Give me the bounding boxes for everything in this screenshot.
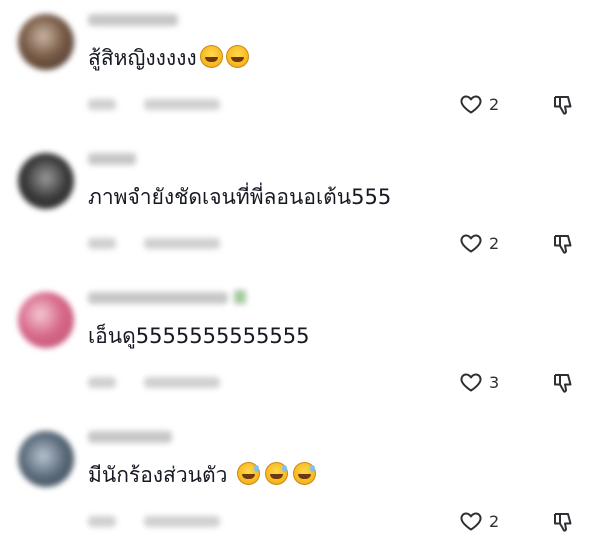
reply-button-blurred[interactable] [144,99,220,110]
like-button[interactable]: 2 [459,231,499,255]
face-with-tears-of-joy-icon [225,45,249,68]
grinning-face-with-sweat-icon [265,462,289,485]
timestamp-blurred [88,238,116,249]
avatar[interactable] [18,292,74,348]
comment-item: สู้สิหญิงงงงง 2 [0,0,600,138]
avatar[interactable] [18,14,74,70]
username-blurred[interactable] [88,153,136,165]
like-count: 2 [489,94,500,114]
heart-outline-icon [460,234,482,253]
comment-text-row: สู้สิหญิงงงงง [88,42,249,75]
thumbs-down-outline-icon[interactable] [551,232,575,256]
comment-text: เอ็นดู5555555555555 [88,324,310,348]
timestamp-blurred [88,99,116,110]
reply-button-blurred[interactable] [144,238,220,249]
username-blurred[interactable] [88,14,178,26]
reply-button-blurred[interactable] [144,516,220,527]
comment-text: สู้สิหญิงงงงง [88,46,197,70]
comment-text: มีนักร้องส่วนตัว [88,463,228,487]
reply-button-blurred[interactable] [144,377,220,388]
like-button[interactable]: 3 [459,370,499,394]
grinning-face-with-sweat-icon [293,462,317,485]
timestamp-blurred [88,516,116,527]
avatar[interactable] [18,153,74,209]
like-count: 3 [489,372,500,392]
comment-item: มีนักร้องส่วนตัว 2 [0,417,600,555]
thumbs-down-outline-icon[interactable] [551,510,575,534]
thumbs-down-outline-icon[interactable] [551,93,575,117]
heart-outline-icon [460,373,482,392]
comment-text-row: เอ็นดู5555555555555 [88,320,309,353]
timestamp-blurred [88,377,116,388]
like-button[interactable]: 2 [459,92,499,116]
grinning-face-with-sweat-icon [237,462,261,485]
heart-outline-icon [460,512,482,531]
thumbs-down-outline-icon[interactable] [551,371,575,395]
comment-text-row: มีนักร้องส่วนตัว [88,459,317,492]
like-count: 2 [489,511,500,531]
comment-text: ภาพจำยังชัดเจนที่พี่ลอนอเต้น555 [88,185,392,209]
username-blurred[interactable] [88,290,246,304]
face-with-tears-of-joy-icon [199,45,223,68]
like-count: 2 [489,233,500,253]
like-button[interactable]: 2 [459,509,499,533]
avatar[interactable] [18,431,74,487]
comment-text-row: ภาพจำยังชัดเจนที่พี่ลอนอเต้น555 [88,181,391,214]
comment-item: ภาพจำยังชัดเจนที่พี่ลอนอเต้น555 2 [0,139,600,277]
heart-outline-icon [460,95,482,114]
comment-item: เอ็นดู5555555555555 3 [0,278,600,416]
username-blurred[interactable] [88,431,172,443]
